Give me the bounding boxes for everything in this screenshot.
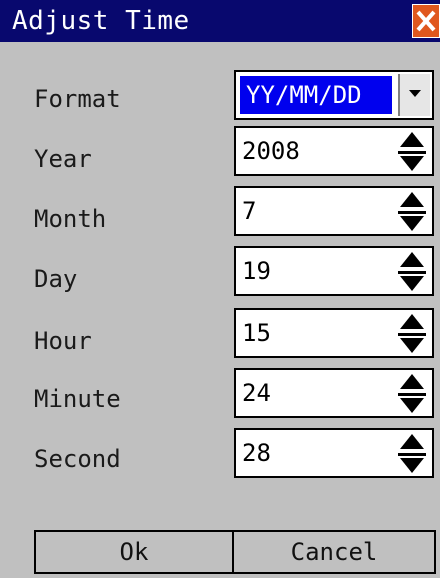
month-label: Month <box>34 205 107 233</box>
day-label: Day <box>34 265 78 293</box>
second-label: Second <box>34 445 121 473</box>
minute-decrement-button[interactable] <box>394 393 430 414</box>
hour-stepper[interactable]: 15 <box>234 308 434 358</box>
day-decrement-button[interactable] <box>394 271 430 292</box>
dropdown-arrow-icon <box>409 90 421 97</box>
day-spin <box>394 250 430 292</box>
format-select[interactable]: YY/MM/DD <box>234 70 434 120</box>
month-value: 7 <box>242 197 257 225</box>
arrow-down-icon <box>398 453 426 473</box>
format-label: Format <box>34 85 121 113</box>
hour-label: Hour <box>34 327 92 355</box>
hour-value: 15 <box>242 319 271 347</box>
arrow-down-icon <box>398 271 426 291</box>
arrow-down-icon <box>398 393 426 413</box>
second-increment-button[interactable] <box>394 432 430 453</box>
format-value: YY/MM/DD <box>246 81 362 109</box>
arrow-up-icon <box>400 252 424 267</box>
hour-decrement-button[interactable] <box>394 333 430 354</box>
year-increment-button[interactable] <box>394 130 430 151</box>
second-value: 28 <box>242 439 271 467</box>
arrow-up-icon <box>400 132 424 147</box>
year-decrement-button[interactable] <box>394 151 430 172</box>
minute-increment-button[interactable] <box>394 372 430 393</box>
day-value: 19 <box>242 257 271 285</box>
year-stepper[interactable]: 2008 <box>234 126 434 176</box>
ok-button[interactable]: Ok <box>34 530 234 574</box>
year-value: 2008 <box>242 137 300 165</box>
month-decrement-button[interactable] <box>394 211 430 232</box>
arrow-up-icon <box>400 434 424 449</box>
second-spin <box>394 432 430 474</box>
month-spin <box>394 190 430 232</box>
arrow-up-icon <box>400 374 424 389</box>
arrow-down-icon <box>398 211 426 231</box>
arrow-down-icon <box>398 151 426 171</box>
minute-label: Minute <box>34 385 121 413</box>
format-dropdown-button[interactable] <box>398 74 430 116</box>
month-increment-button[interactable] <box>394 190 430 211</box>
hour-increment-button[interactable] <box>394 312 430 333</box>
year-label: Year <box>34 145 92 173</box>
close-button[interactable] <box>412 4 440 38</box>
minute-value: 24 <box>242 379 271 407</box>
title-bar: Adjust Time <box>0 0 440 42</box>
arrow-down-icon <box>398 333 426 353</box>
month-stepper[interactable]: 7 <box>234 186 434 236</box>
window-title: Adjust Time <box>12 6 190 36</box>
year-spin <box>394 130 430 172</box>
hour-spin <box>394 312 430 354</box>
arrow-up-icon <box>400 314 424 329</box>
close-icon <box>416 10 436 32</box>
minute-spin <box>394 372 430 414</box>
day-increment-button[interactable] <box>394 250 430 271</box>
minute-stepper[interactable]: 24 <box>234 368 434 418</box>
second-decrement-button[interactable] <box>394 453 430 474</box>
cancel-button[interactable]: Cancel <box>232 530 436 574</box>
day-stepper[interactable]: 19 <box>234 246 434 296</box>
arrow-up-icon <box>400 192 424 207</box>
second-stepper[interactable]: 28 <box>234 428 434 478</box>
